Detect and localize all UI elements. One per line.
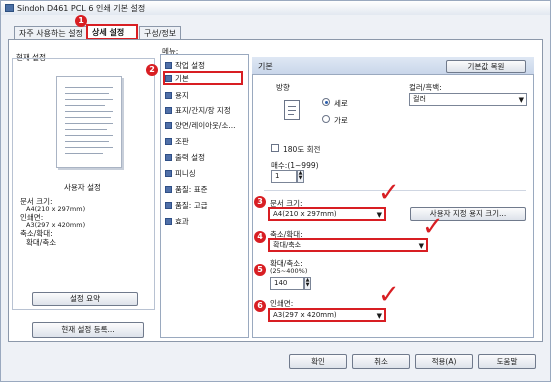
zoom-select[interactable]: 확대/축소 ▼ [268, 238, 428, 252]
menu-item-finishing[interactable]: 피니싱 [165, 167, 196, 179]
job-settings-icon [165, 61, 172, 69]
step-marker-4: 4 [254, 231, 266, 243]
color-label: 컬러/흑백: [409, 83, 442, 92]
orientation-label: 방향 [276, 83, 290, 92]
print-side-select[interactable]: A3(297 x 420mm) ▼ [268, 308, 386, 322]
checkmark-icon: ✓ [378, 178, 400, 208]
quality-advanced-icon [165, 201, 172, 209]
menu-item-basic[interactable]: 기본 [163, 71, 243, 85]
title-bar: Sindoh D461 PCL 6 인쇄 기본 설정 [1, 1, 550, 15]
menu-item-imposition[interactable]: 조판 [165, 135, 189, 147]
copies-stepper[interactable]: ▲ ▼ [297, 170, 304, 183]
scale-input[interactable]: 140 [270, 277, 304, 290]
panel-title: 기본 [258, 62, 273, 71]
quality-icon [165, 185, 172, 193]
step-marker-5: 5 [254, 264, 266, 276]
checkmark-icon: ✓ [422, 212, 444, 242]
chevron-down-icon: ▼ [418, 242, 424, 250]
basic-icon [165, 74, 172, 82]
finishing-icon [165, 169, 172, 177]
menu-item-output[interactable]: 출력 설정 [165, 151, 205, 163]
tab-detail-settings[interactable]: 상세 설정 [86, 24, 138, 40]
doc-size-select[interactable]: A4(210 x 297mm) ▼ [268, 207, 386, 221]
menu-item-quality-advanced[interactable]: 품질: 고급 [165, 199, 208, 211]
page-preview [56, 76, 122, 168]
menu-item-quality-standard[interactable]: 품질: 표준 [165, 183, 208, 195]
printer-app-icon [5, 4, 14, 12]
output-icon [165, 153, 172, 161]
menu-item-effects[interactable]: 효과 [165, 215, 189, 227]
portrait-radio[interactable] [322, 98, 330, 106]
rotate180-checkbox[interactable] [271, 144, 279, 152]
summary-zoom-value: 확대/축소 [26, 238, 57, 247]
scale-stepper[interactable]: ▲ ▼ [304, 277, 311, 290]
register-settings-button[interactable]: 현재 설정 등록... [32, 322, 144, 338]
menu-item-paper[interactable]: 용지 [165, 89, 189, 101]
rotate180-label: 180도 회전 [283, 145, 321, 154]
landscape-label: 가로 [334, 116, 348, 125]
step-marker-6: 6 [254, 300, 266, 312]
effects-icon [165, 217, 172, 225]
tab-favorites[interactable]: 자주 사용하는 설정 [14, 26, 88, 39]
landscape-radio[interactable] [322, 115, 330, 123]
imposition-icon [165, 137, 172, 145]
window-title: Sindoh D461 PCL 6 인쇄 기본 설정 [17, 4, 146, 13]
user-settings-label: 사용자 설정 [64, 183, 101, 192]
restore-defaults-button[interactable]: 기본값 복원 [446, 60, 526, 73]
step-marker-1: 1 [75, 15, 87, 27]
chevron-down-icon: ▼ [376, 211, 382, 219]
chevron-down-icon: ▼ [518, 96, 524, 104]
portrait-label: 세로 [334, 99, 348, 108]
cancel-button[interactable]: 취소 [352, 354, 410, 369]
chevron-down-icon: ▼ [376, 312, 382, 320]
step-marker-2: 2 [146, 64, 158, 76]
duplex-icon [165, 121, 172, 129]
menu-item-cover[interactable]: 표지/간지/장 지정 [165, 104, 231, 116]
step-marker-3: 3 [254, 196, 266, 208]
apply-button[interactable]: 적용(A) [415, 354, 473, 369]
tab-config-info[interactable]: 구성/정보 [139, 26, 182, 39]
menu-item-duplex-layout[interactable]: 양면/레이아웃/소... [165, 119, 236, 131]
menu-list: 작업 설정 기본 용지 표지/간지/장 지정 양면/레이아웃/소... 조판 출… [160, 54, 249, 338]
paper-icon [165, 91, 172, 99]
checkmark-icon: ✓ [378, 280, 400, 310]
scale-range: (25~400%) [270, 267, 308, 275]
portrait-page-icon [284, 100, 300, 120]
color-select[interactable]: 컬러 ▼ [409, 93, 527, 106]
menu-item-job-settings[interactable]: 작업 설정 [165, 59, 205, 71]
copies-input[interactable]: 1 [271, 170, 297, 183]
help-button[interactable]: 도움말 [478, 354, 536, 369]
settings-summary-button[interactable]: 설정 요약 [32, 292, 138, 306]
ok-button[interactable]: 확인 [289, 354, 347, 369]
cover-icon [165, 106, 172, 114]
